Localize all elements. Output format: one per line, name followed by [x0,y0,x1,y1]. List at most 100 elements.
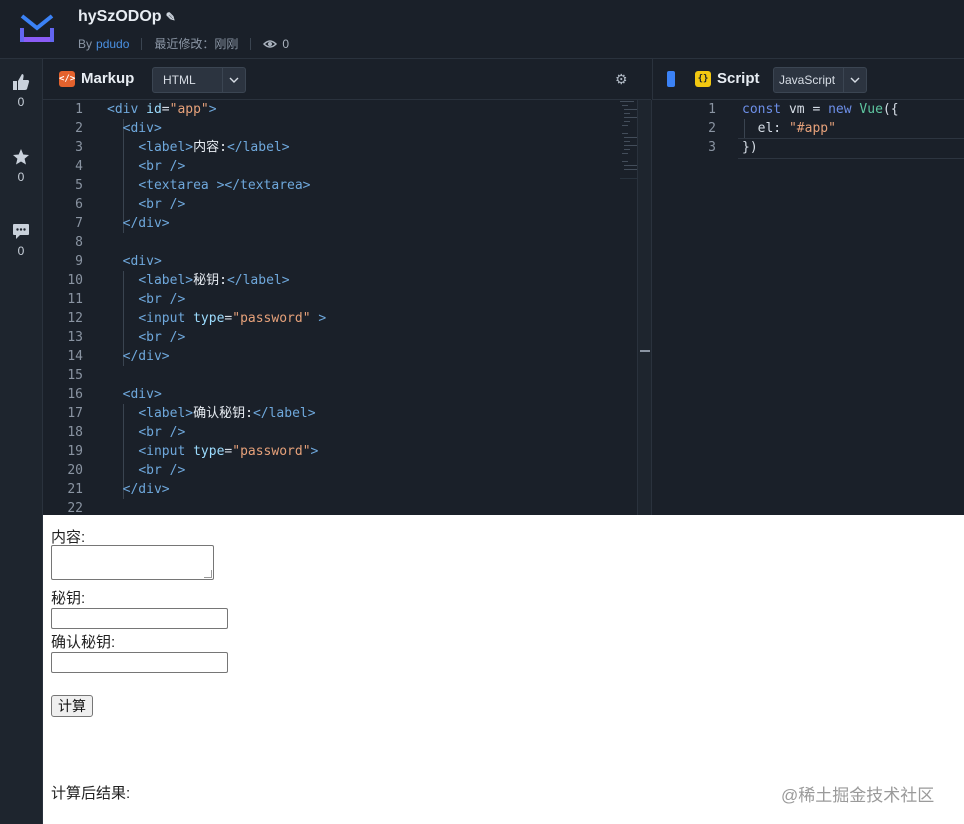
line-number: 7 [75,216,83,231]
line-number: 21 [67,482,83,497]
code-text[interactable]: <br /> [107,423,185,442]
code-line[interactable]: 2 el: "#app" [678,119,964,138]
code-text[interactable]: </div> [107,480,170,499]
script-panel-title: {} Script [695,70,760,87]
comment-button[interactable]: 0 [0,222,42,258]
line-number: 11 [67,292,83,307]
line-number: 22 [67,501,83,515]
action-sidebar: 0 0 0 [0,59,43,824]
edit-pencil-icon[interactable]: ✎ [166,10,176,24]
code-text[interactable]: const vm = new Vue({ [742,100,899,119]
code-line[interactable]: 12 <input type="password" > [43,309,638,328]
line-number: 14 [67,349,83,364]
code-text[interactable]: </div> [107,347,170,366]
script-language-select[interactable]: JavaScript [773,67,867,93]
code-line[interactable]: 3}) [678,138,964,157]
script-panel-header: {} Script JavaScript [652,59,964,100]
markup-panel-header: </> Markup HTML ⚙ [43,59,651,100]
code-line[interactable]: 1 const vm = new Vue({ [678,100,964,119]
markup-title-text: Markup [81,70,135,87]
chevron-down-icon [222,68,245,92]
secret-password-input[interactable] [51,608,228,629]
result-label: 计算后结果: [51,785,131,802]
code-line[interactable]: 5 <textarea ></textarea> [43,176,638,195]
code-line[interactable]: 6 <br /> [43,195,638,214]
code-line[interactable]: 9 <div> [43,252,638,271]
code-text[interactable]: <br /> [107,461,185,480]
line-number: 1 [708,102,716,117]
content-label: 内容: [51,529,86,546]
project-title[interactable]: hySzODOp ✎ [78,8,176,26]
top-header: hySzODOp ✎ By pdudo 最近修改：刚刚 0 [0,0,964,59]
code-line[interactable]: 1 <div id="app"> [43,100,638,119]
script-title-text: Script [717,70,760,87]
codepen-logo-icon[interactable] [16,10,58,46]
line-number: 20 [67,463,83,478]
code-text[interactable]: </div> [107,214,170,233]
code-text[interactable]: <input type="password" > [107,309,326,328]
code-text[interactable]: <label>秘钥:</label> [107,271,289,290]
code-line[interactable]: 17 <label>确认秘钥:</label> [43,404,638,423]
script-code-editor[interactable]: 1 const vm = new Vue({2 el: "#app" 3}) [678,100,964,515]
line-number: 6 [75,197,83,212]
code-text[interactable]: <label>内容:</label> [107,138,289,157]
code-text[interactable]: <textarea ></textarea> [107,176,310,195]
code-line[interactable]: 18 <br /> [43,423,638,442]
line-number: 15 [67,368,83,383]
project-title-text: hySzODOp [78,8,162,25]
code-line[interactable]: 2 <div> [43,119,638,138]
line-number: 2 [75,121,83,136]
code-line[interactable]: 19 <input type="password"> [43,442,638,461]
code-line[interactable]: 21 </div> [43,480,638,499]
line-number: 10 [67,273,83,288]
code-line[interactable]: 11 <br /> [43,290,638,309]
code-text[interactable]: <br /> [107,328,185,347]
content-textarea[interactable] [51,545,214,580]
code-line[interactable]: 16 <div> [43,385,638,404]
juejin-watermark: @稀土掘金技术社区 [781,786,935,805]
calculate-button[interactable]: 计算 [51,695,93,717]
gear-icon[interactable]: ⚙ [615,71,628,88]
star-count: 0 [17,170,25,184]
code-line[interactable]: 7 </div> [43,214,638,233]
code-line[interactable]: 22 [43,499,638,515]
like-button[interactable]: 0 [0,73,42,109]
panel-resize-gutter[interactable] [651,100,680,515]
line-number: 5 [75,178,83,193]
line-number: 1 [75,102,83,117]
line-number: 13 [67,330,83,345]
markup-language-select[interactable]: HTML [152,67,246,93]
line-number: 9 [75,254,83,269]
code-text[interactable]: el: "#app" [742,119,836,138]
script-language-value: JavaScript [779,73,836,87]
markup-scrollbar[interactable] [637,100,652,515]
resize-grip-icon[interactable] [204,570,212,578]
code-line[interactable]: 14 </div> [43,347,638,366]
code-text[interactable]: <label>确认秘钥:</label> [107,404,315,423]
markup-code-editor[interactable]: 1 <div id="app"> 2 <div> 3 <label>内容:</labe… [43,100,638,515]
code-text[interactable]: <div> [107,385,162,404]
code-text[interactable]: <div> [107,119,162,138]
star-icon [13,149,29,165]
code-text[interactable]: <br /> [107,290,185,309]
collapsed-panel-tab[interactable] [667,71,675,87]
meta-divider [250,37,252,50]
comment-icon [13,224,29,239]
code-line[interactable]: 20 <br /> [43,461,638,480]
star-button[interactable]: 0 [0,148,42,184]
code-text[interactable]: <div> [107,252,162,271]
code-line[interactable]: 4 <br /> [43,157,638,176]
code-line[interactable]: 15 [43,366,638,385]
scrollbar-thumb[interactable] [640,350,650,352]
code-text[interactable]: <input type="password"> [107,442,318,461]
code-line[interactable]: 8 [43,233,638,252]
code-text[interactable]: }) [742,138,758,157]
author-link[interactable]: pdudo [96,37,129,51]
code-line[interactable]: 13 <br /> [43,328,638,347]
code-line[interactable]: 10 <label>秘钥:</label> [43,271,638,290]
code-text[interactable]: <div id="app"> [107,100,217,119]
code-text[interactable]: <br /> [107,157,185,176]
code-text[interactable]: <br /> [107,195,185,214]
code-line[interactable]: 3 <label>内容:</label> [43,138,638,157]
confirm-secret-password-input[interactable] [51,652,228,673]
